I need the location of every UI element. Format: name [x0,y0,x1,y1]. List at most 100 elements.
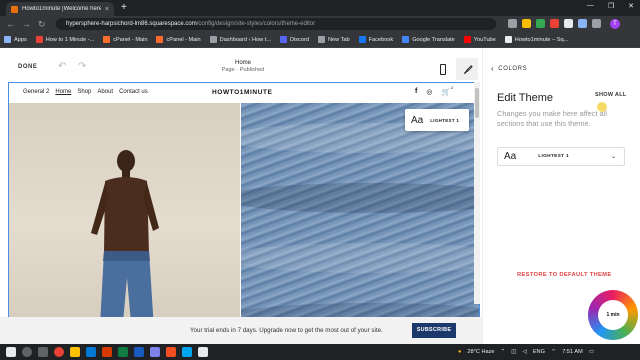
theme-select-aa: Aa [504,151,517,162]
bookmark-item[interactable]: Apps [4,36,27,43]
teams-icon[interactable] [150,347,160,357]
weather-text[interactable]: 28°C Haze [467,349,494,355]
tab-title: Howto1minute |Welcome here [22,6,101,12]
tab-close-icon[interactable]: × [105,6,109,13]
nav-link-general[interactable]: General 2 [23,89,49,95]
bookmark-item[interactable]: Discord [279,36,309,43]
mobile-preview-icon[interactable] [440,64,446,75]
bookmark-item[interactable]: Facebook [358,36,393,43]
bookmarks-bar: Apps How to 1 Minute -... cPanel - Main cPa… [0,32,640,48]
back-arrow-icon[interactable]: ← [6,18,15,30]
bookmark-favicon-icon [103,36,111,43]
edge-icon[interactable] [86,347,96,357]
restore-default-theme-button[interactable]: RESTORE TO DEFAULT THEME [517,272,611,278]
bookmark-label: cPanel - Main [113,36,148,43]
theme-select-value: LIGHTEST 1 [538,154,569,159]
tray-arrow-icon[interactable]: ⌃ [501,349,506,355]
url-input[interactable]: hypersphere-harpsichord-lm86.squarespace… [56,18,496,30]
site-nav: General 2 Home Shop About Contact us [23,89,148,95]
scrollbar-thumb[interactable] [475,88,479,118]
app-icon[interactable] [198,347,208,357]
bookmark-label: Howto1minute – Sq... [514,36,569,43]
browser-tab[interactable]: Howto1minute |Welcome here × [6,2,114,16]
page-info[interactable]: Home Page · Published [208,60,278,73]
powerpoint-icon[interactable] [102,347,112,357]
bookmark-item[interactable]: Howto1minute – Sq... [504,36,569,43]
extension-icon[interactable] [564,19,573,28]
theme-badge-label: LIGHTEST 1 [430,117,460,123]
file-explorer-icon[interactable] [70,347,80,357]
clock[interactable]: 7:51 AM [562,349,583,355]
network-icon[interactable]: ◫ [511,349,516,355]
app-icon[interactable] [182,347,192,357]
bookmark-label: Discord [289,36,309,43]
notification-icon[interactable]: ▭ [589,349,594,355]
back-to-colors-button[interactable]: ‹ COLORS [491,64,527,73]
preview-scrollbar[interactable] [474,82,480,304]
show-all-button[interactable]: SHOW ALL [595,92,627,98]
close-window-icon[interactable]: ✕ [628,2,634,10]
extension-icon[interactable] [578,19,587,28]
done-button[interactable]: DONE [18,64,37,70]
bookmark-item[interactable]: cPanel - Main [156,36,201,43]
cart-icon[interactable]: 🛒 2 [441,85,453,96]
url-path: /config/design/site-styles/colors/theme-… [196,21,316,27]
section-theme-badge[interactable]: Aa LIGHTEST 1 [405,109,469,131]
window-controls: — ❐ ✕ [587,2,634,10]
logo-text: 1 min [598,300,628,330]
windows-start-icon[interactable] [6,347,16,357]
star-icon[interactable] [522,19,531,28]
new-tab-button[interactable]: + [121,2,127,14]
nav-link-shop[interactable]: Shop [77,89,91,95]
nav-link-contact[interactable]: Contact us [119,89,148,95]
puzzle-icon[interactable] [592,19,601,28]
bookmark-item[interactable]: Google Translate [402,36,455,43]
profile-avatar[interactable]: T [610,19,620,29]
nav-link-home[interactable]: Home [55,89,71,95]
language-indicator[interactable]: ENG [533,349,545,355]
panel-title: Edit Theme [497,92,554,104]
paintbrush-icon [463,64,473,74]
facebook-icon[interactable]: f [415,88,417,96]
share-icon[interactable] [508,19,517,28]
bookmark-item[interactable]: Dashboard ‹ How t... [209,36,271,43]
subscribe-button[interactable]: SUBSCRIBE [412,323,456,338]
bookmark-favicon-icon [504,36,512,43]
bookmark-item[interactable]: New Tab [317,36,350,43]
address-bar-row: ← → ↻ hypersphere-harpsichord-lm86.squar… [0,16,640,32]
restore-icon[interactable]: ❐ [608,2,614,10]
page-name: Home [234,60,251,66]
bookmark-favicon-icon [4,36,11,43]
trial-banner: Your trial ends in 7 days. Upgrade now t… [0,317,482,344]
site-logo[interactable]: HOWTO1MINUTE [212,89,273,96]
forward-arrow-icon[interactable]: → [22,18,31,30]
minimize-icon[interactable]: — [587,2,594,10]
app-icon[interactable] [166,347,176,357]
howto1minute-logo: 1 min [588,290,638,340]
url-domain: hypersphere-harpsichord-lm86.squarespace… [66,21,197,27]
reload-icon[interactable]: ↻ [38,18,46,30]
back-label: COLORS [498,65,528,72]
bookmark-item[interactable]: cPanel - Main [103,36,147,43]
bookmark-label: New Tab [327,36,350,43]
site-styles-button[interactable] [456,58,478,80]
undo-icon[interactable]: ↶ [58,61,66,72]
extension-icon[interactable] [536,19,545,28]
extension-icon[interactable] [550,19,559,28]
redo-icon[interactable]: ↷ [78,61,86,72]
theme-select-dropdown[interactable]: Aa LIGHTEST 1 ⌄ [497,147,625,166]
bookmark-label: YouTube [473,36,496,43]
nav-link-about[interactable]: About [97,89,113,95]
bookmark-item[interactable]: YouTube [463,36,496,43]
volume-icon[interactable]: ◁ [523,349,527,355]
site-preview[interactable]: General 2 Home Shop About Contact us HOW… [8,82,480,344]
word-icon[interactable] [134,347,144,357]
weather-icon[interactable]: ● [458,349,461,355]
excel-icon[interactable] [118,347,128,357]
task-view-icon[interactable] [38,347,48,357]
wifi-icon[interactable]: ⌔ [551,348,556,355]
instagram-icon[interactable]: ◎ [426,88,432,96]
bookmark-item[interactable]: How to 1 Minute -... [35,36,94,43]
search-icon[interactable] [22,347,32,357]
chrome-icon[interactable] [54,347,64,357]
